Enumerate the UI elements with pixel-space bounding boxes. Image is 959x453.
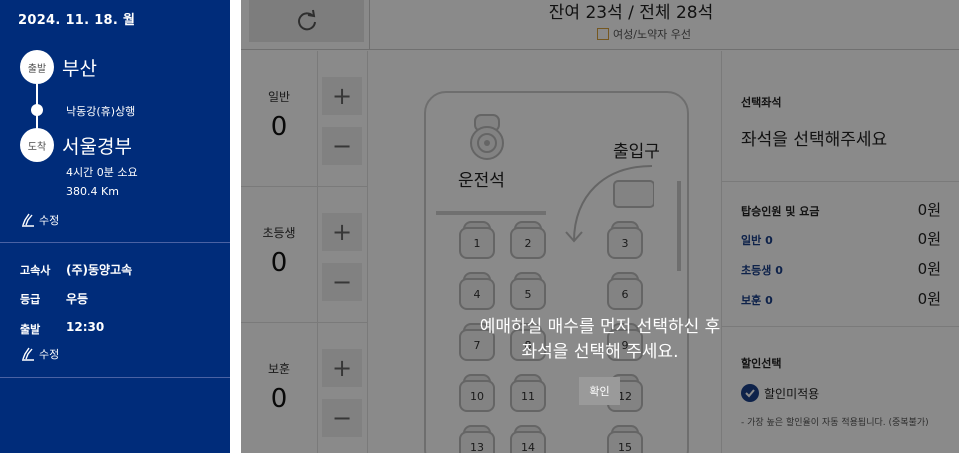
edit-route-label: 수정 bbox=[39, 214, 60, 227]
sidebar-divider bbox=[0, 377, 230, 378]
waypoint-dot bbox=[31, 104, 43, 116]
gutter bbox=[230, 0, 241, 453]
edit-bus-button[interactable]: 수정 bbox=[20, 346, 59, 362]
trip-duration: 4시간 0분 소요 bbox=[66, 166, 138, 179]
trip-distance: 380.4 Km bbox=[66, 185, 119, 198]
modal-line-2: 좌석을 선택해 주세요. bbox=[521, 342, 679, 362]
travel-date: 2024. 11. 18. 월 bbox=[18, 13, 136, 28]
company-value: (주)동양고속 bbox=[66, 263, 133, 277]
waypoint-name: 낙동강(휴)상행 bbox=[66, 105, 136, 118]
edit-bus-label: 수정 bbox=[39, 348, 60, 361]
modal-line-1: 예매하실 매수를 먼저 선택하신 후 bbox=[479, 317, 721, 337]
depart-time-value: 12:30 bbox=[66, 320, 105, 334]
departure-tag: 출발 bbox=[20, 50, 54, 84]
sidebar: 2024. 11. 18. 월 출발 부산 낙동강(휴)상행 도착 서울경부 4… bbox=[0, 0, 230, 453]
grade-label: 등급 bbox=[20, 293, 41, 306]
company-label: 고속사 bbox=[20, 264, 51, 277]
depart-time-label: 출발 bbox=[20, 323, 41, 336]
pencil-icon bbox=[22, 213, 34, 227]
pencil-icon bbox=[22, 347, 34, 361]
modal-message: 예매하실 매수를 먼저 선택하신 후 좌석을 선택해 주세요. bbox=[241, 315, 959, 365]
arrival-city: 서울경부 bbox=[62, 136, 132, 158]
confirm-button[interactable]: 확인 bbox=[579, 377, 620, 405]
edit-route-button[interactable]: 수정 bbox=[20, 212, 59, 228]
sidebar-divider bbox=[0, 242, 230, 243]
departure-city: 부산 bbox=[62, 58, 97, 80]
grade-value: 우등 bbox=[66, 292, 89, 306]
arrival-tag: 도착 bbox=[20, 128, 54, 162]
